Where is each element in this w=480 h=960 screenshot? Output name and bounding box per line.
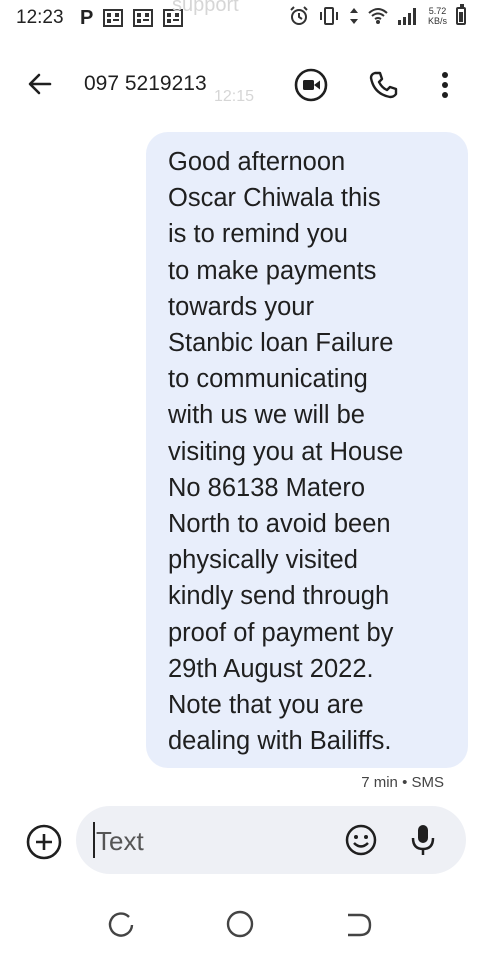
add-attachment-button[interactable] [24,822,64,862]
mic-icon [411,825,435,855]
recents-icon [108,912,134,937]
emoji-icon [345,824,377,856]
nav-back-button[interactable] [344,910,374,940]
more-vert-icon [442,72,448,98]
net-speed-unit: KB/s [427,16,447,26]
more-options-button[interactable] [430,66,460,104]
video-call-button[interactable] [292,66,330,104]
video-call-icon [294,68,328,102]
qr-icon [103,9,124,27]
back-icon [348,913,372,937]
home-icon [226,910,254,938]
message-meta: 7 min • SMS [361,774,444,790]
back-button[interactable] [22,66,58,102]
data-arrows-icon [349,8,358,24]
wifi-icon [368,8,388,24]
compose-bar [76,806,466,874]
message-input[interactable] [94,823,318,859]
nav-home-button[interactable] [224,908,256,940]
add-circle-icon [26,824,62,860]
status-time: 12:23 [16,7,64,28]
qr-icon [133,9,154,27]
messages-screen: 12:23 P 5.72 KB/s support 12:15 097 5219… [0,0,480,960]
vibrate-icon [319,7,338,25]
nav-recents-button[interactable] [106,910,136,940]
message-text: Good afternoon Oscar Chiwala this is to … [168,148,404,756]
status-bar: 12:23 P 5.72 KB/s [0,0,480,38]
phone-icon [369,71,398,99]
net-speed-value: 5.72 [428,6,447,16]
contact-number[interactable]: 097 5219213 [84,72,207,96]
net-speed: 5.72 KB/s [428,6,447,26]
signal-icon [397,8,416,25]
battery-icon [456,4,466,25]
back-arrow-icon [28,73,52,95]
conversation-header: 097 5219213 [0,52,480,116]
qr-icon [163,9,184,27]
call-button[interactable] [364,66,402,104]
text-cursor [93,822,95,858]
emoji-button[interactable] [344,823,378,857]
p-icon: P [80,7,94,29]
alarm-icon [290,6,308,25]
voice-input-button[interactable] [408,822,438,858]
system-icons: 5.72 KB/s [289,4,466,26]
notification-icons: P [80,7,184,29]
message-bubble[interactable]: Good afternoon Oscar Chiwala this is to … [146,132,468,768]
